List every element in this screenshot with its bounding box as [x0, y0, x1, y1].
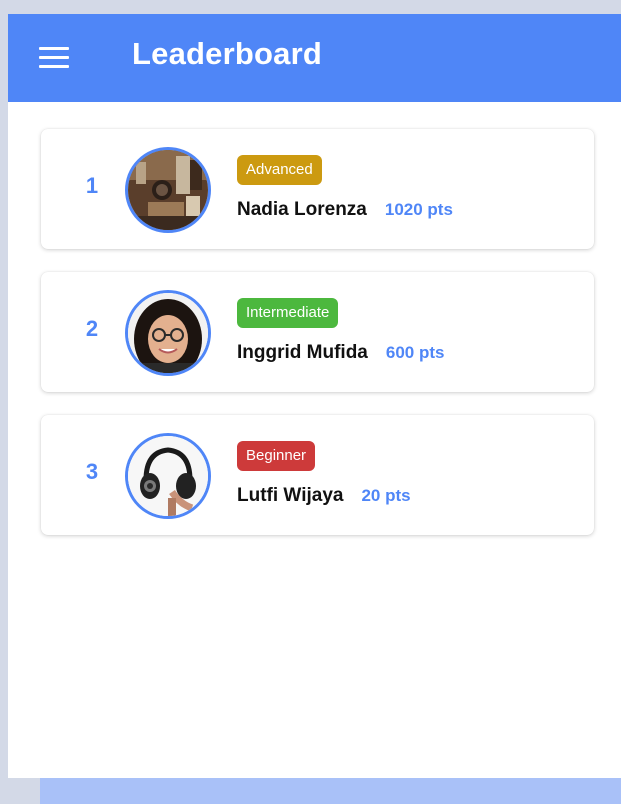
avatar-image: [128, 150, 208, 230]
avatar-image: [128, 293, 208, 373]
leaderboard-card[interactable]: 2 Intermediate Inggrid Mufida 600 pts: [41, 272, 594, 392]
woman-with-glasses-avatar[interactable]: [125, 290, 211, 376]
player-name: Inggrid Mufida: [237, 342, 368, 363]
name-row: Nadia Lorenza 1020 pts: [237, 199, 453, 221]
app-screen: Leaderboard 1 Advanced Nadia Lorenza 102…: [8, 14, 621, 778]
menu-line: [39, 64, 69, 68]
name-row: Lutfi Wijaya 20 pts: [237, 485, 411, 507]
bottom-bar: [40, 778, 621, 804]
level-badge: Intermediate: [237, 298, 339, 328]
leaderboard-card[interactable]: 1 Advanced Nadia Lorenza 1020 pts: [41, 129, 594, 249]
rank-number: 3: [85, 459, 99, 484]
page-title: Leaderboard: [132, 36, 322, 71]
hamburger-menu-icon[interactable]: [37, 42, 73, 72]
menu-line: [39, 55, 69, 59]
headphones-avatar[interactable]: [125, 433, 211, 519]
menu-line: [39, 46, 69, 50]
name-row: Inggrid Mufida 600 pts: [237, 342, 444, 364]
player-points: 600 pts: [385, 343, 445, 362]
player-points: 20 pts: [361, 486, 411, 505]
avatar-image: [128, 436, 208, 516]
level-badge: Beginner: [237, 441, 316, 471]
player-name: Lutfi Wijaya: [237, 485, 344, 506]
leaderboard-card[interactable]: 3 Beginner Lutfi Wijaya 20 pts: [41, 415, 594, 535]
player-points: 1020 pts: [384, 200, 453, 219]
rank-number: 1: [85, 173, 99, 198]
app-bar: Leaderboard: [8, 14, 621, 102]
rank-number: 2: [85, 316, 99, 341]
player-name: Nadia Lorenza: [237, 199, 367, 220]
room-photo-avatar[interactable]: [125, 147, 211, 233]
leaderboard-list: 1 Advanced Nadia Lorenza 1020 pts 2 Inte…: [41, 129, 594, 558]
level-badge: Advanced: [237, 155, 322, 185]
